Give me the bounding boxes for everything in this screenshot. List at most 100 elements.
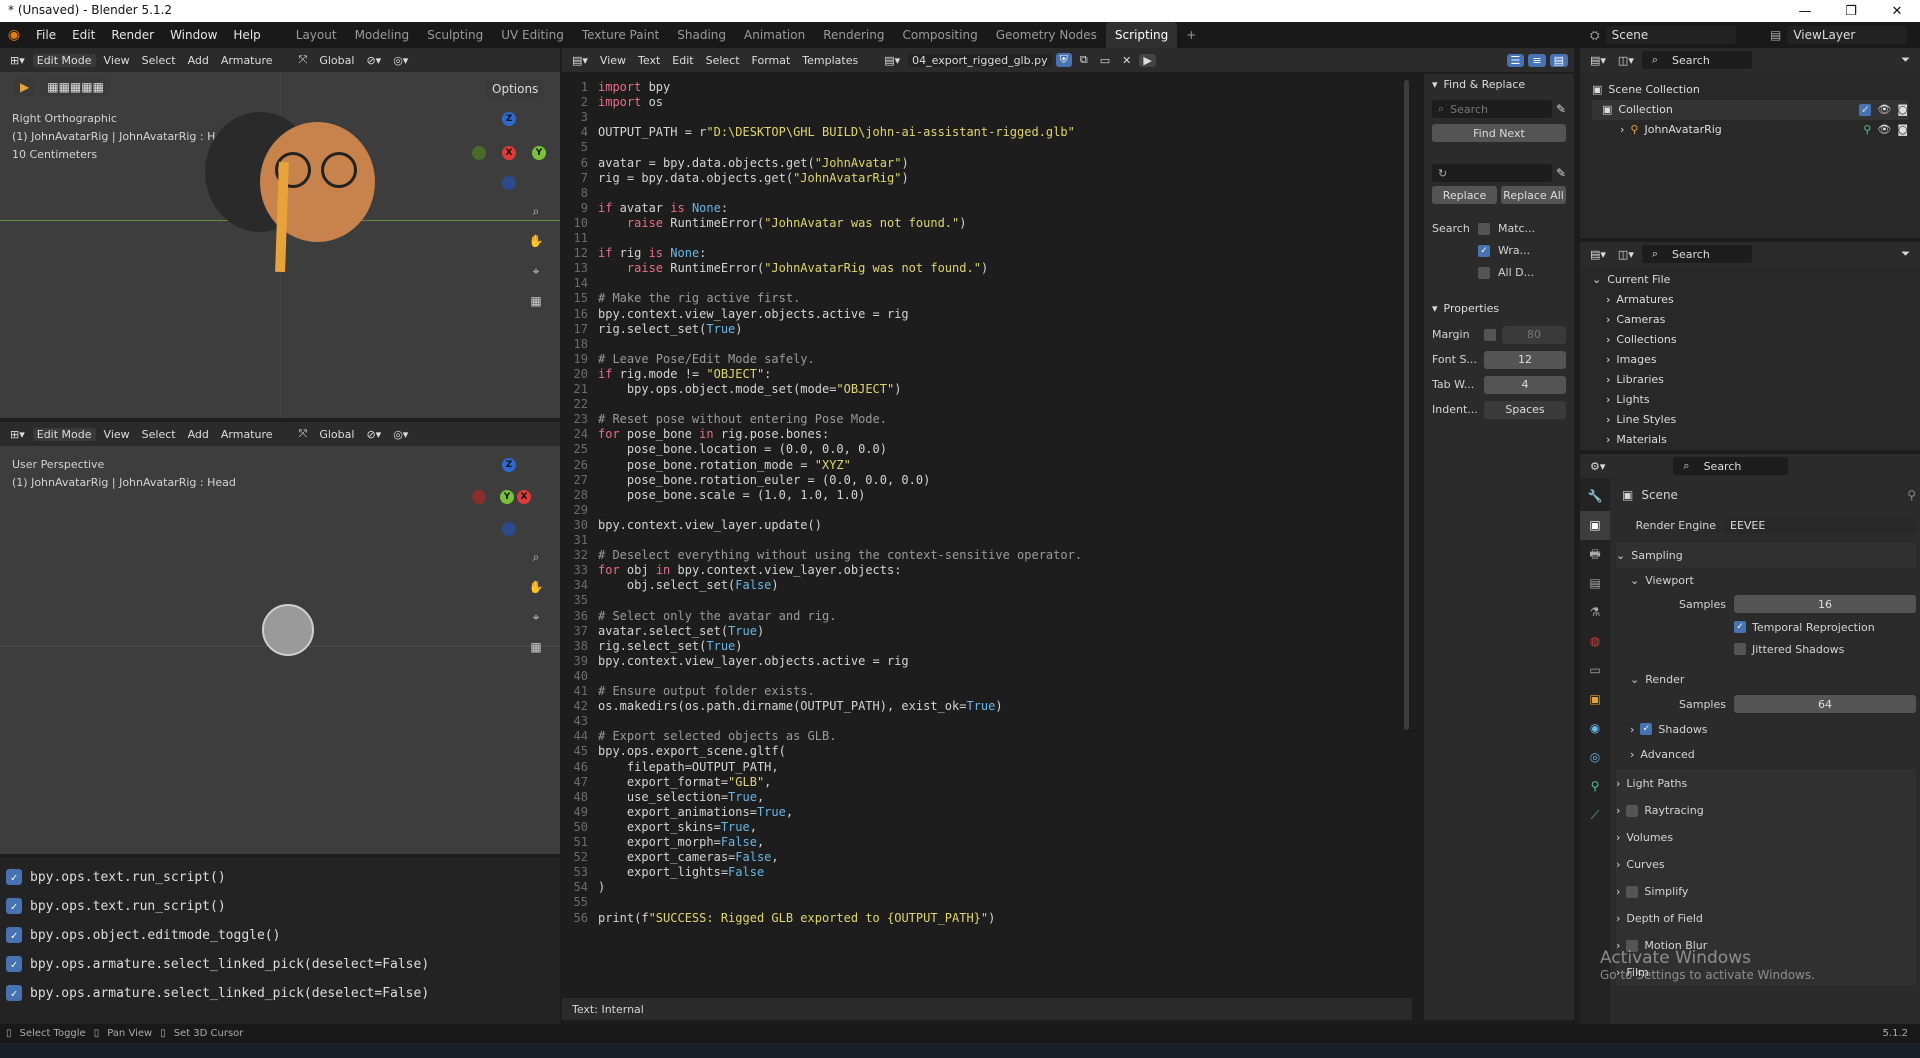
expand-arrow-icon[interactable]: › <box>1606 310 1610 330</box>
code-line[interactable]: for obj in bpy.context.view_layer.object… <box>598 563 901 577</box>
eyedropper-icon-2[interactable]: ✎ <box>1556 166 1566 180</box>
text-select-menu[interactable]: Select <box>702 54 744 67</box>
code-line[interactable]: export_lights=False <box>598 865 764 879</box>
tab-animation[interactable]: Animation <box>735 22 814 48</box>
text-fake-user-icon[interactable]: ⛨ <box>1055 53 1072 67</box>
replace-button[interactable]: Replace <box>1432 186 1497 204</box>
menu-window[interactable]: Window <box>162 22 225 48</box>
expand-arrow-icon[interactable]: › <box>1606 350 1610 370</box>
light-paths-panel-header[interactable]: › Light Paths <box>1616 770 1916 797</box>
browser-mode-icon[interactable]: ◫▾ <box>1614 248 1638 261</box>
view-menu-2[interactable]: View <box>100 428 134 441</box>
menu-file[interactable]: File <box>28 22 64 48</box>
code-line[interactable]: pose_bone.location = (0.0, 0.0, 0.0) <box>598 442 887 456</box>
browser-item[interactable]: Materials <box>1616 430 1666 450</box>
sampling-panel-header[interactable]: ⌄ Sampling <box>1616 542 1916 568</box>
browser-item[interactable]: Armatures <box>1616 290 1673 310</box>
code-line[interactable]: export_skins=True, <box>598 820 757 834</box>
code-line[interactable]: # Leave Pose/Edit Mode safely. <box>598 352 815 366</box>
snap-icon-2[interactable]: ⊘▾ <box>362 428 385 441</box>
options-dropdown[interactable]: Options <box>486 80 545 98</box>
font-size-field[interactable]: 12 <box>1484 350 1566 369</box>
orientation-icon-2[interactable]: ⤧ <box>295 427 312 441</box>
tab-scripting[interactable]: Scripting <box>1105 22 1178 48</box>
code-line[interactable]: raise RuntimeError("JohnAvatar was not f… <box>598 216 967 230</box>
add-menu-2[interactable]: Add <box>184 428 213 441</box>
render-subpanel-header[interactable]: ⌄ Render <box>1616 666 1916 692</box>
shadows-subpanel-header[interactable]: › ✓ Shadows <box>1616 716 1916 742</box>
camera-icon[interactable]: ◙ <box>1897 120 1908 140</box>
text-view-menu[interactable]: View <box>596 54 630 67</box>
editor-type-icon-2[interactable]: ⊞▾ <box>6 428 29 441</box>
properties-search[interactable]: ⌕ Search <box>1673 457 1789 475</box>
volumes-panel-header[interactable]: › Volumes <box>1616 824 1916 851</box>
pan-hand-icon-2[interactable]: ✋ <box>525 576 547 598</box>
code-line[interactable]: export_cameras=False, <box>598 850 779 864</box>
code-line[interactable]: ) <box>598 880 605 894</box>
armature-menu-2[interactable]: Armature <box>217 428 277 441</box>
object-tab-icon[interactable]: ▣ <box>1580 685 1610 714</box>
code-line[interactable]: export_morph=False, <box>598 835 764 849</box>
code-line[interactable]: print(f"SUCCESS: Rigged GLB exported to … <box>598 911 995 925</box>
outliner-type-icon[interactable]: ▤▾ <box>1586 54 1610 67</box>
wrap-around-checkbox[interactable]: ✓ <box>1478 245 1490 257</box>
proportional-icon[interactable]: ◎▾ <box>389 54 412 67</box>
code-line[interactable]: rig = bpy.data.objects.get("JohnAvatarRi… <box>598 171 909 185</box>
minimize-button[interactable]: — <box>1782 0 1828 22</box>
code-line[interactable]: if rig.mode != "OBJECT": <box>598 367 771 381</box>
code-line[interactable]: pose_bone.scale = (1.0, 1.0, 1.0) <box>598 488 865 502</box>
orientation-selector[interactable]: Global <box>315 54 358 67</box>
expand-arrow-icon[interactable]: › <box>1606 430 1610 450</box>
code-line[interactable]: bpy.context.view_layer.objects.active = … <box>598 307 909 321</box>
text-text-menu[interactable]: Text <box>634 54 664 67</box>
mode-selector-2[interactable]: Edit Mode <box>32 427 96 441</box>
code-line[interactable]: use_selection=True, <box>598 790 764 804</box>
log-item[interactable]: ✓ bpy.ops.text.run_script() <box>6 866 226 888</box>
render-engine-dropdown[interactable]: EEVEE <box>1724 516 1916 534</box>
code-line[interactable]: # Deselect everything without using the … <box>598 548 1082 562</box>
output-tab-icon[interactable]: 🖶 <box>1580 540 1610 569</box>
collection-label[interactable]: Collection <box>1618 100 1672 120</box>
shadows-checkbox[interactable]: ✓ <box>1640 723 1653 735</box>
menu-edit[interactable]: Edit <box>64 22 103 48</box>
jittered-shadows-checkbox[interactable] <box>1734 643 1746 655</box>
menu-render[interactable]: Render <box>103 22 162 48</box>
code-line[interactable]: bpy.ops.export_scene.gltf( <box>598 744 786 758</box>
browser-item[interactable]: Libraries <box>1616 370 1664 390</box>
raytracing-panel-header[interactable]: › Raytracing <box>1616 797 1916 824</box>
text-browse-icon[interactable]: ▤▾ <box>880 54 904 67</box>
current-file-label[interactable]: Current File <box>1607 270 1670 290</box>
browser-item[interactable]: Lights <box>1616 390 1649 410</box>
view-menu[interactable]: View <box>100 54 134 67</box>
add-workspace-icon[interactable]: + <box>1177 22 1205 48</box>
text-filename[interactable]: 04_export_rigged_glb.py <box>908 53 1052 67</box>
properties-type-icon[interactable]: ⚙▾ <box>1586 460 1609 473</box>
viewport-top[interactable]: ▶ ▦▦▦▦▦ Options Right Orthographic (1) J… <box>0 72 560 418</box>
rig-label[interactable]: JohnAvatarRig <box>1644 120 1721 140</box>
close-button[interactable]: ✕ <box>1874 0 1920 22</box>
zoom-icon[interactable]: ⌕ <box>525 200 547 222</box>
simplify-panel-header[interactable]: › Simplify <box>1616 878 1916 905</box>
code-scrollbar[interactable] <box>1404 80 1409 730</box>
gizmo-neg-y-axis[interactable] <box>472 146 486 160</box>
menu-help[interactable]: Help <box>225 22 268 48</box>
filter-icon[interactable]: ⏷ <box>1897 247 1914 261</box>
eye-icon[interactable]: 👁 <box>1877 100 1891 120</box>
code-line[interactable]: pose_bone.rotation_euler = (0.0, 0.0, 0.… <box>598 473 930 487</box>
log-item[interactable]: ✓ bpy.ops.armature.select_linked_pick(des… <box>6 953 429 975</box>
text-new-icon[interactable]: ⧉ <box>1076 53 1092 67</box>
find-next-button[interactable]: Find Next <box>1432 124 1566 142</box>
orientation-icon[interactable]: ⤧ <box>295 53 312 67</box>
zoom-icon-2[interactable]: ⌕ <box>525 546 547 568</box>
expand-arrow-icon[interactable]: › <box>1606 330 1610 350</box>
syntax-highlight-toggle-icon[interactable]: ▤ <box>1549 53 1568 67</box>
eye-icon[interactable]: 👁 <box>1877 120 1891 140</box>
viewport-bottom[interactable]: User Perspective (1) JohnAvatarRig | Joh… <box>0 446 560 854</box>
replace-all-button[interactable]: Replace All <box>1501 186 1566 204</box>
match-case-checkbox[interactable] <box>1478 223 1490 235</box>
run-script-icon[interactable]: ▶ <box>1139 53 1156 67</box>
log-item[interactable]: ✓ bpy.ops.armature.select_linked_pick(des… <box>6 982 429 1004</box>
browser-item[interactable]: Cameras <box>1616 310 1665 330</box>
camera-view-icon[interactable]: ⌖ <box>525 260 547 282</box>
blender-logo-icon[interactable]: ◉ <box>0 27 28 43</box>
